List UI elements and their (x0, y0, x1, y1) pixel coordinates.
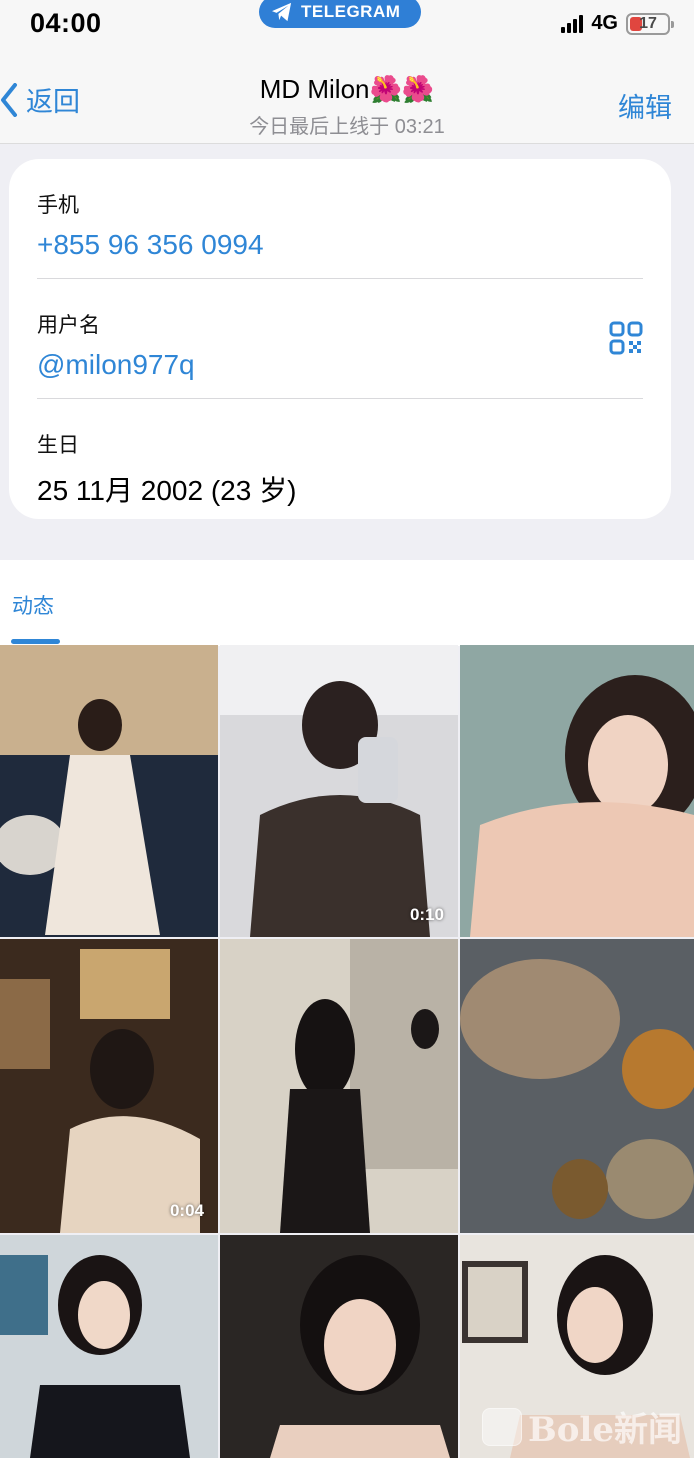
qr-code-icon[interactable] (609, 321, 643, 360)
contact-name: MD Milon🌺🌺 (259, 74, 435, 104)
navigation-bar: 返回 MD Milon🌺🌺 今日最后上线于 03:21 编辑 (0, 50, 694, 144)
status-time: 04:00 (30, 8, 102, 38)
edit-button[interactable]: 编辑 (618, 86, 672, 125)
contact-info-card: 手机 +855 96 356 0994 用户名 @milon977q 生日 25… (9, 159, 671, 519)
phone-label: 手机 (37, 194, 79, 217)
watermark-logo (482, 1407, 522, 1446)
divider (37, 278, 643, 279)
battery-percent: 17 (639, 14, 657, 32)
watermark-text: Bole新闻 (528, 1410, 682, 1450)
telegram-pill[interactable]: TELEGRAM (259, 0, 421, 28)
media-thumbnail[interactable] (220, 1235, 458, 1458)
media-thumbnail[interactable] (0, 1235, 218, 1458)
signal-icon (561, 14, 584, 33)
video-duration: 0:04 (169, 1201, 204, 1220)
phone-number[interactable]: +855 96 356 0994 (37, 229, 643, 261)
telegram-pill-label: TELEGRAM (301, 2, 401, 21)
media-thumbnail[interactable] (0, 645, 218, 937)
watermark: Bole新闻 (482, 1402, 682, 1451)
battery-icon: 17 (626, 12, 674, 35)
birthday-value: 25 11月 2002 (23 岁) (37, 475, 297, 506)
media-thumbnail[interactable] (220, 939, 458, 1233)
network-type: 4G (591, 12, 618, 34)
phone-row[interactable]: 手机 +855 96 356 0994 (37, 189, 643, 261)
username-label: 用户名 (37, 314, 100, 337)
birthday-row: 生日 25 11月 2002 (23 岁) (37, 429, 643, 509)
video-duration: 0:10 (409, 905, 444, 924)
last-seen-status: 今日最后上线于 03:21 (249, 116, 445, 138)
divider (37, 398, 643, 399)
active-tab-indicator (11, 639, 60, 644)
tab-stories[interactable]: 动态 (12, 590, 54, 620)
media-thumbnail[interactable] (460, 939, 694, 1233)
telegram-icon (272, 2, 292, 22)
username-value[interactable]: @milon977q (37, 349, 643, 381)
status-bar: 04:00 TELEGRAM 4G 17 (0, 0, 694, 50)
media-tabs: 动态 (0, 560, 694, 646)
media-thumbnail[interactable] (460, 645, 694, 937)
birthday-label: 生日 (37, 434, 79, 457)
username-row[interactable]: 用户名 @milon977q (37, 309, 643, 381)
media-thumbnail[interactable]: 0:10 (220, 645, 458, 937)
media-thumbnail[interactable]: 0:04 (0, 939, 218, 1233)
